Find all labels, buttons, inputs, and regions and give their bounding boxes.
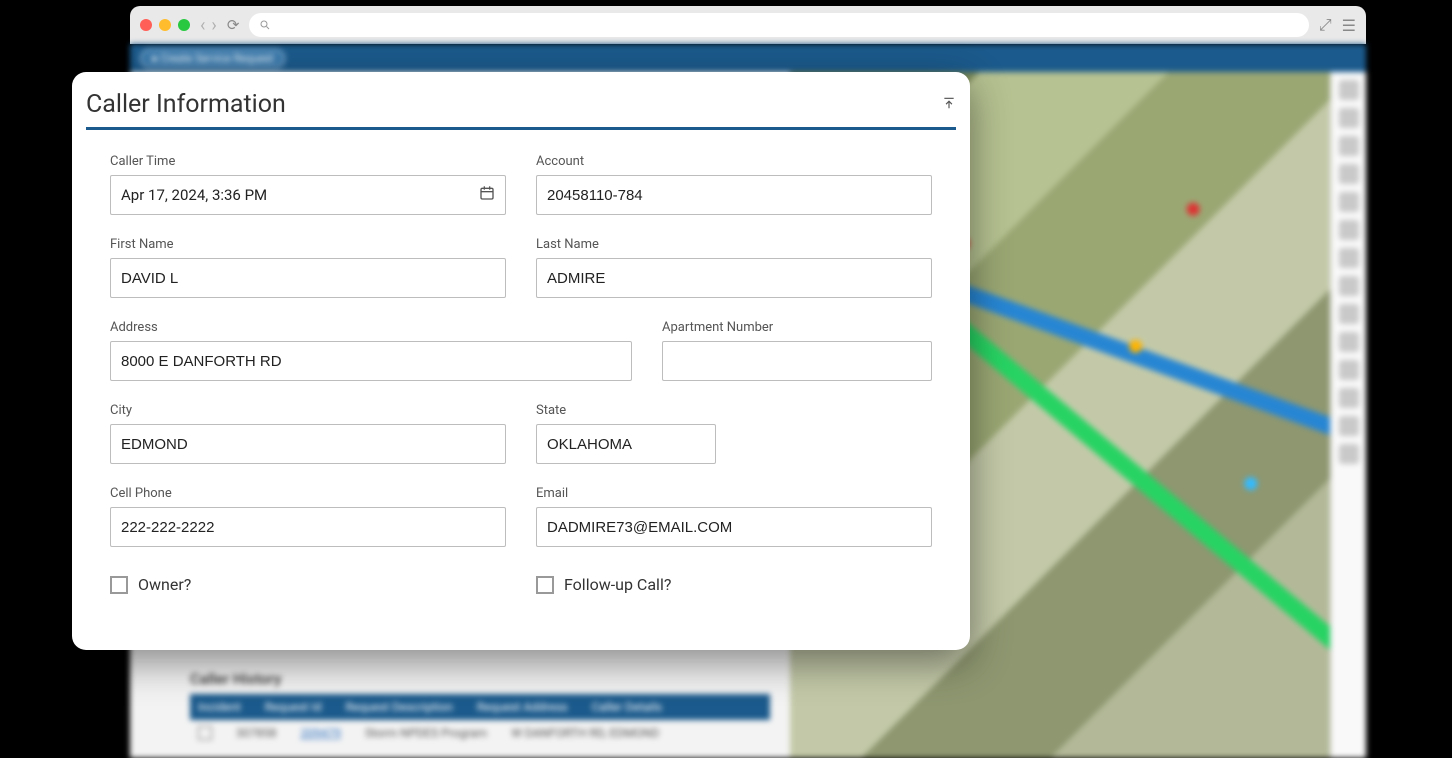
forward-icon[interactable]: › [211, 15, 216, 36]
tool-icon[interactable] [1339, 248, 1359, 268]
tool-icon[interactable] [1339, 332, 1359, 352]
tool-icon[interactable] [1339, 444, 1359, 464]
app-topbar: ● Create Service Request [130, 44, 1366, 72]
owner-label: Owner? [138, 575, 191, 594]
first-name-label: First Name [110, 237, 506, 252]
hdr-request-desc: Request Description [345, 700, 452, 714]
city-label: City [110, 403, 506, 418]
tool-icon[interactable] [1339, 136, 1359, 156]
caller-time-field: Caller Time Apr 17, 2024, 3:36 PM [110, 154, 506, 215]
row-incident: 307858 [236, 726, 276, 740]
history-row[interactable]: 307858 209479 Storm NPDES Program W DANF… [190, 720, 770, 746]
tool-icon[interactable] [1339, 108, 1359, 128]
first-name-input[interactable] [110, 258, 506, 298]
hdr-request-id: Request Id [265, 700, 322, 714]
window-controls [140, 19, 190, 31]
followup-checkbox-row[interactable]: Follow-up Call? [536, 575, 932, 594]
nav-arrows: ‹ › [200, 15, 217, 36]
owner-checkbox[interactable] [110, 576, 128, 594]
apt-field: Apartment Number [662, 320, 932, 381]
hdr-caller-details: Caller Details [592, 700, 662, 714]
last-name-label: Last Name [536, 237, 932, 252]
owner-checkbox-row[interactable]: Owner? [110, 575, 506, 594]
account-label: Account [536, 154, 932, 169]
hdr-incident: Incident [198, 700, 241, 714]
browser-chrome: ‹ › ⟳ ⤢ ☰ [130, 6, 1366, 44]
row-addr: W DANFORTH RD, EDMOND [511, 726, 659, 740]
hdr-request-addr: Request Address [477, 700, 568, 714]
menu-icon[interactable]: ☰ [1342, 16, 1356, 35]
tool-icon[interactable] [1339, 276, 1359, 296]
back-icon[interactable]: ‹ [200, 15, 205, 36]
apt-input[interactable] [662, 341, 932, 381]
minimize-window-icon[interactable] [159, 19, 171, 31]
tool-icon[interactable] [1339, 388, 1359, 408]
last-name-field: Last Name [536, 237, 932, 298]
caller-history-title: Caller History [190, 670, 770, 688]
state-input[interactable] [536, 424, 716, 464]
collapse-icon[interactable] [942, 95, 956, 114]
state-label: State [536, 403, 932, 418]
tool-icon[interactable] [1339, 360, 1359, 380]
caller-time-value: Apr 17, 2024, 3:36 PM [121, 186, 267, 204]
address-field: Address [110, 320, 632, 381]
row-desc: Storm NPDES Program [365, 726, 487, 740]
tool-icon[interactable] [1339, 164, 1359, 184]
caller-time-label: Caller Time [110, 154, 506, 169]
followup-checkbox[interactable] [536, 576, 554, 594]
account-input[interactable] [536, 175, 932, 215]
search-icon [259, 19, 271, 31]
first-name-field: First Name [110, 237, 506, 298]
tool-icon[interactable] [1339, 80, 1359, 100]
header-rule [86, 127, 956, 130]
city-field: City [110, 403, 506, 464]
address-input[interactable] [110, 341, 632, 381]
account-field: Account [536, 154, 932, 215]
expand-icon[interactable]: ⤢ [1319, 15, 1332, 35]
calendar-icon[interactable] [479, 185, 495, 205]
tool-icon[interactable] [1339, 416, 1359, 436]
history-headers: Incident Request Id Request Description … [190, 694, 770, 720]
address-label: Address [110, 320, 632, 335]
last-name-input[interactable] [536, 258, 932, 298]
email-field: Email [536, 486, 932, 547]
cell-field: Cell Phone [110, 486, 506, 547]
state-field: State [536, 403, 932, 464]
maximize-window-icon[interactable] [178, 19, 190, 31]
caller-history-panel: Caller History Incident Request Id Reque… [190, 670, 770, 746]
caller-time-input[interactable]: Apr 17, 2024, 3:36 PM [110, 175, 506, 215]
email-input[interactable] [536, 507, 932, 547]
tool-icon[interactable] [1339, 220, 1359, 240]
tool-icon[interactable] [1339, 192, 1359, 212]
row-checkbox[interactable] [198, 726, 212, 740]
create-request-button[interactable]: ● Create Service Request [140, 49, 285, 68]
apt-label: Apartment Number [662, 320, 932, 335]
modal-title: Caller Information [86, 90, 286, 119]
cell-input[interactable] [110, 507, 506, 547]
email-label: Email [536, 486, 932, 501]
cell-label: Cell Phone [110, 486, 506, 501]
followup-label: Follow-up Call? [564, 575, 671, 594]
reload-icon[interactable]: ⟳ [227, 16, 240, 34]
city-input[interactable] [110, 424, 506, 464]
url-bar[interactable] [249, 13, 1308, 37]
map-toolstrip [1330, 72, 1366, 758]
tool-icon[interactable] [1339, 304, 1359, 324]
caller-info-modal: Caller Information Caller Time Apr 17, 2… [72, 72, 970, 650]
row-request-id[interactable]: 209479 [300, 726, 340, 740]
close-window-icon[interactable] [140, 19, 152, 31]
